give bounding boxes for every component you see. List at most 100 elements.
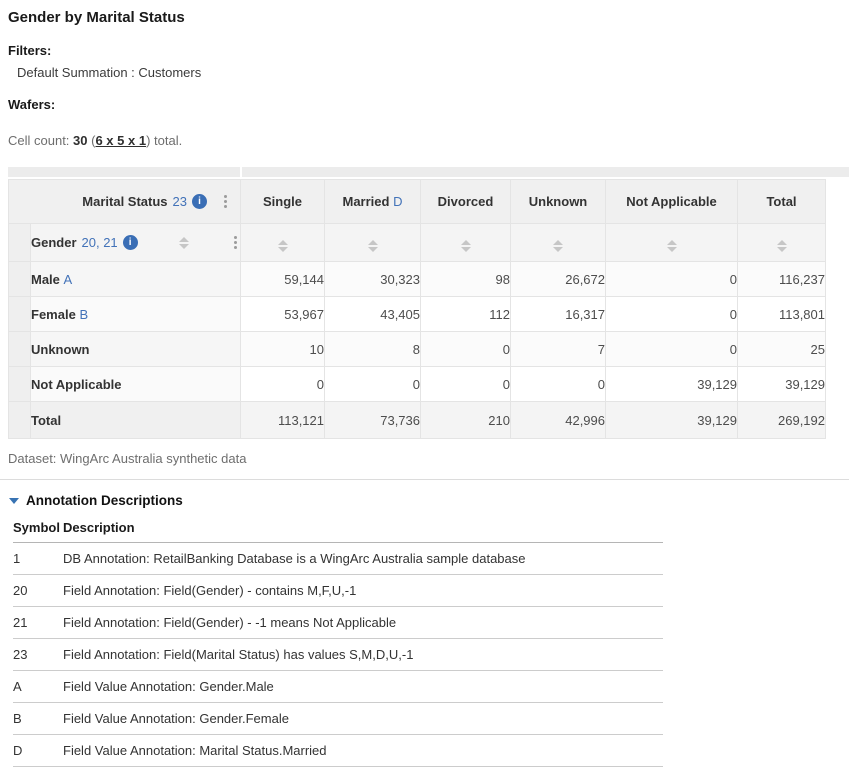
value-cell: 16,317: [511, 297, 606, 332]
row-field-header-row: Gender 20, 21 i: [9, 224, 826, 262]
annotation-symbol: 21: [13, 607, 63, 639]
value-cell: 269,192: [738, 402, 826, 439]
column-field-header: Marital Status 23 i: [9, 180, 241, 224]
row-field-annotation-refs: 20, 21: [82, 235, 118, 250]
annotation-description: Field Value Annotation: Gender.Female: [63, 703, 663, 735]
strip-divider: [240, 167, 242, 177]
row-field-header: Gender 20, 21 i: [31, 224, 241, 262]
annotation-description: DB Annotation: RetailBanking Database is…: [63, 543, 663, 575]
info-icon[interactable]: i: [123, 235, 138, 250]
cell-count-dimensions-link[interactable]: 6 x 5 x 1: [95, 133, 146, 148]
value-cell: 0: [325, 367, 421, 402]
value-cell: 10: [241, 332, 325, 367]
value-cell: 39,129: [606, 402, 738, 439]
column-header-total[interactable]: Total: [738, 180, 826, 224]
sort-icon[interactable]: [179, 237, 189, 249]
column-header-unknown[interactable]: Unknown: [511, 180, 606, 224]
row-band-cell: [9, 402, 31, 439]
page-title: Gender by Marital Status: [8, 8, 841, 27]
column-header-label: Single: [263, 194, 302, 209]
column-header-not-applicable[interactable]: Not Applicable: [606, 180, 738, 224]
row-band-cell: [9, 262, 31, 297]
column-annotation-letter: D: [393, 194, 402, 209]
annotation-description: Field Annotation: Field(Gender) - -1 mea…: [63, 607, 663, 639]
row-label-text: Total: [31, 413, 61, 428]
column-field-header-row: Marital Status 23 i Single Married D Div…: [9, 180, 826, 224]
column-header-label: Unknown: [529, 194, 588, 209]
filters-value: Default Summation : Customers: [8, 65, 841, 80]
column-header-label: Divorced: [438, 194, 494, 209]
column-header-label: Not Applicable: [626, 194, 717, 209]
value-cell: 113,801: [738, 297, 826, 332]
row-header-not-applicable[interactable]: Not Applicable: [31, 367, 241, 402]
value-cell: 0: [241, 367, 325, 402]
value-cell: 0: [606, 332, 738, 367]
annotation-description: Field Annotation: Field(Gender) - contai…: [63, 575, 663, 607]
column-header-label: Married: [343, 194, 390, 209]
value-cell: 113,121: [241, 402, 325, 439]
sort-cell-total: [738, 224, 826, 262]
row-header-male[interactable]: Male A: [31, 262, 241, 297]
row-band-cell: [9, 224, 31, 262]
sort-icon[interactable]: [368, 240, 378, 252]
annotation-row: A Field Value Annotation: Gender.Male: [13, 671, 663, 703]
table-row-female: Female B 53,967 43,405 112 16,317 0 113,…: [9, 297, 826, 332]
annotation-row: 20 Field Annotation: Field(Gender) - con…: [13, 575, 663, 607]
sort-cell-unknown: [511, 224, 606, 262]
row-header-female[interactable]: Female B: [31, 297, 241, 332]
annotation-descriptions-toggle[interactable]: Annotation Descriptions: [8, 493, 841, 508]
row-label-text: Not Applicable: [31, 377, 122, 392]
sort-icon[interactable]: [667, 240, 677, 252]
filters-label: Filters:: [8, 43, 841, 58]
value-cell: 30,323: [325, 262, 421, 297]
annotation-symbol-header: Symbol: [13, 516, 63, 543]
column-header-single[interactable]: Single: [241, 180, 325, 224]
row-band-cell: [9, 297, 31, 332]
cell-count-suffix: total.: [150, 133, 182, 148]
column-header-divorced[interactable]: Divorced: [421, 180, 511, 224]
annotation-symbol: 20: [13, 575, 63, 607]
value-cell: 0: [606, 297, 738, 332]
sort-icon[interactable]: [461, 240, 471, 252]
value-cell: 7: [511, 332, 606, 367]
value-cell: 39,129: [606, 367, 738, 402]
sort-icon[interactable]: [777, 240, 787, 252]
sort-cell-married: [325, 224, 421, 262]
row-header-total: Total: [31, 402, 241, 439]
table-row-unknown: Unknown 10 8 0 7 0 25: [9, 332, 826, 367]
annotation-symbol: A: [13, 671, 63, 703]
column-field-name: Marital Status: [82, 194, 167, 209]
value-cell: 25: [738, 332, 826, 367]
value-cell: 112: [421, 297, 511, 332]
sort-icon[interactable]: [553, 240, 563, 252]
value-cell: 116,237: [738, 262, 826, 297]
row-band-cell: [9, 332, 31, 367]
row-header-unknown[interactable]: Unknown: [31, 332, 241, 367]
kebab-menu-icon[interactable]: [221, 193, 230, 210]
column-header-married[interactable]: Married D: [325, 180, 421, 224]
value-cell: 43,405: [325, 297, 421, 332]
crosstab-table: Marital Status 23 i Single Married D Div…: [8, 179, 826, 439]
info-icon[interactable]: i: [192, 194, 207, 209]
value-cell: 59,144: [241, 262, 325, 297]
value-cell: 0: [606, 262, 738, 297]
table-row-not-applicable: Not Applicable 0 0 0 0 39,129 39,129: [9, 367, 826, 402]
wafers-label: Wafers:: [8, 97, 841, 112]
value-cell: 53,967: [241, 297, 325, 332]
value-cell: 26,672: [511, 262, 606, 297]
page: Gender by Marital Status Filters: Defaul…: [0, 0, 849, 767]
sort-icon[interactable]: [278, 240, 288, 252]
dataset-note: Dataset: WingArc Australia synthetic dat…: [8, 451, 841, 466]
row-annotation-letter: B: [79, 307, 88, 322]
column-field-annotation-refs: 23: [173, 194, 187, 209]
value-cell: 39,129: [738, 367, 826, 402]
row-annotation-letter: A: [64, 272, 73, 287]
kebab-menu-icon[interactable]: [231, 234, 240, 251]
row-label-text: Male: [31, 272, 60, 287]
annotation-descriptions-heading: Annotation Descriptions: [26, 493, 183, 508]
divider: [0, 479, 849, 480]
table-row-total: Total 113,121 73,736 210 42,996 39,129 2…: [9, 402, 826, 439]
value-cell: 0: [421, 332, 511, 367]
row-band-cell: [9, 367, 31, 402]
annotation-description-header: Description: [63, 516, 663, 543]
